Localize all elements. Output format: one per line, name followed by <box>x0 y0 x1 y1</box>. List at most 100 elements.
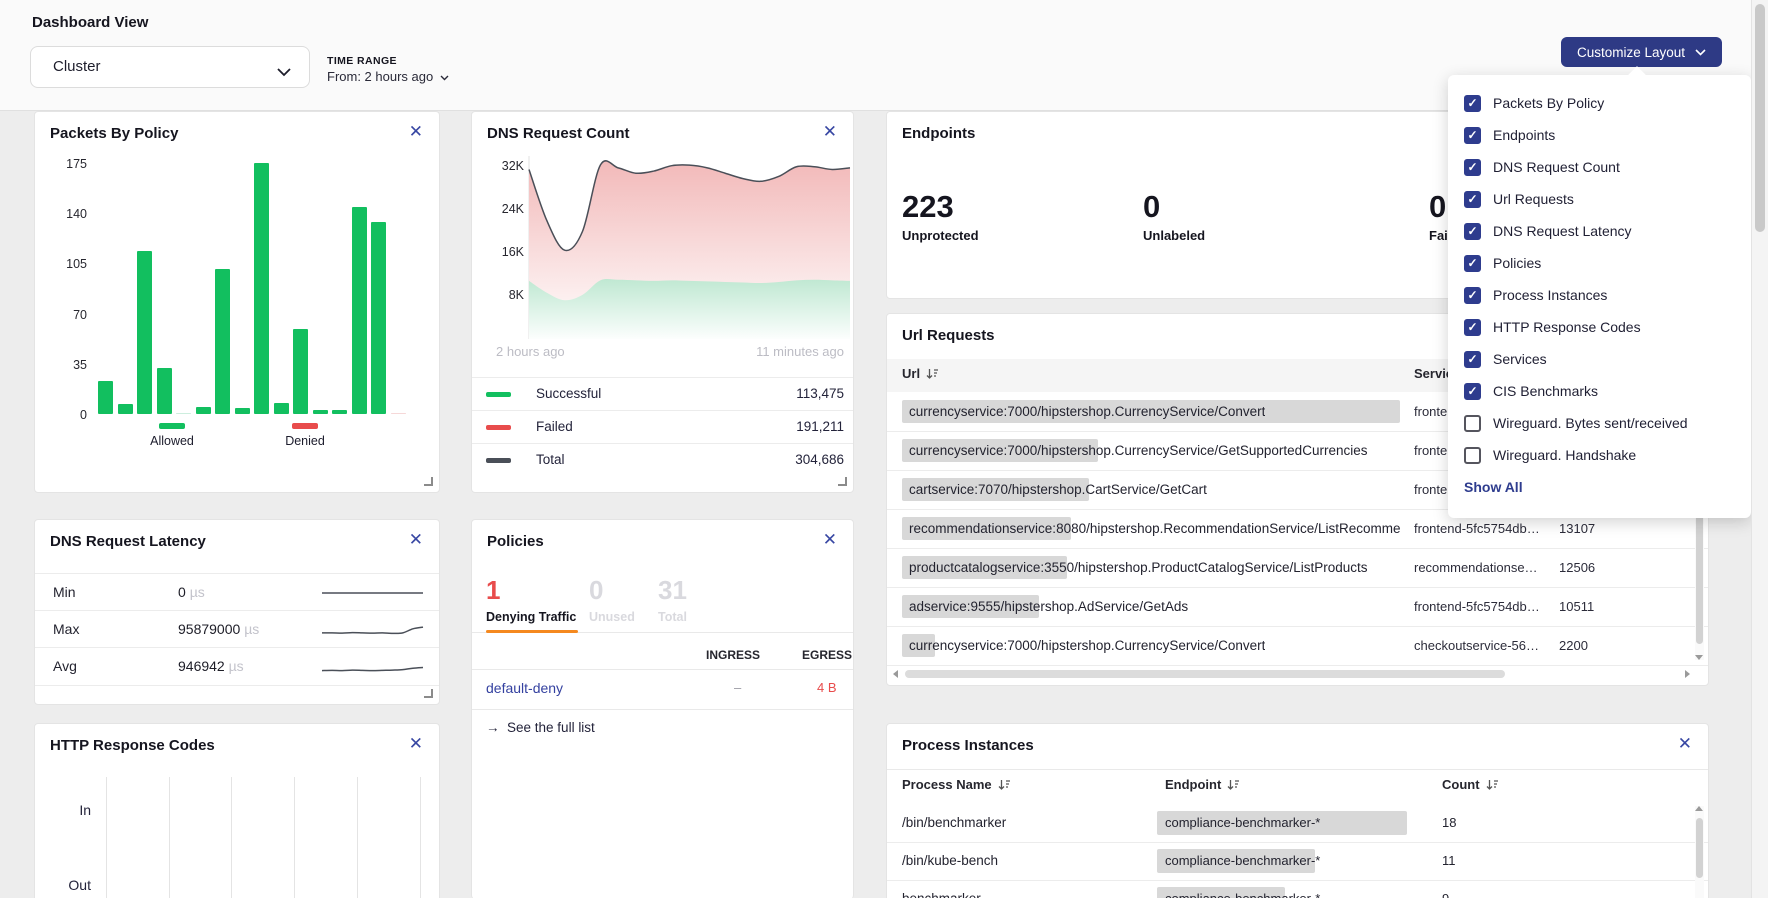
service-cell: frontend-5fc5754db… <box>1414 587 1542 626</box>
close-icon[interactable]: ✕ <box>823 530 837 550</box>
count-cell: 11 <box>1442 842 1456 880</box>
row-label-out: Out <box>51 877 91 893</box>
resize-handle-icon[interactable] <box>424 689 433 698</box>
checkbox-checked-icon[interactable]: ✓ <box>1464 223 1481 240</box>
scrollbar-thumb[interactable] <box>905 670 1505 678</box>
column-header-endpoint[interactable]: Endpoint <box>1165 777 1240 792</box>
service-cell: checkoutservice-56… <box>1414 626 1542 665</box>
scrollbar-thumb[interactable] <box>1696 514 1703 644</box>
close-icon[interactable]: ✕ <box>1678 734 1692 754</box>
checkbox-unchecked-icon[interactable] <box>1464 447 1481 464</box>
policy-row[interactable]: default-deny – 4 B <box>472 670 853 709</box>
process-name-cell: /bin/kube-bench <box>902 842 998 880</box>
layout-menu-item[interactable]: ✓Services <box>1448 343 1751 375</box>
count-cell: 18 <box>1442 804 1456 842</box>
column-header-ingress: INGRESS <box>706 648 760 662</box>
close-icon[interactable]: ✕ <box>409 530 423 550</box>
customize-layout-menu: ✓Packets By Policy✓Endpoints✓DNS Request… <box>1448 75 1751 518</box>
layout-menu-item[interactable]: ✓Process Instances <box>1448 279 1751 311</box>
y-axis-tick: 105 <box>35 257 87 271</box>
layout-menu-item[interactable]: ✓Url Requests <box>1448 183 1751 215</box>
endpoint-cell: compliance-benchmarker-* <box>1165 842 1320 880</box>
dns-request-latency-card: DNS Request Latency ✕ Min 0 µs Max 95879… <box>34 519 440 705</box>
vertical-scrollbar[interactable] <box>1695 806 1704 898</box>
scroll-left-icon[interactable] <box>893 670 898 678</box>
scroll-up-icon[interactable] <box>1695 806 1703 811</box>
checkbox-checked-icon[interactable]: ✓ <box>1464 95 1481 112</box>
layout-menu-item[interactable]: ✓CIS Benchmarks <box>1448 375 1751 407</box>
count-cell: 9 <box>1442 880 1449 898</box>
card-title: DNS Request Latency <box>50 533 206 550</box>
layout-menu-item[interactable]: Wireguard. Handshake <box>1448 439 1751 471</box>
resize-handle-icon[interactable] <box>424 477 433 486</box>
close-icon[interactable]: ✕ <box>409 122 423 142</box>
process-table-row[interactable]: benchmarkercompliance-benchmarker-*9 <box>887 880 1708 898</box>
checkbox-checked-icon[interactable]: ✓ <box>1464 255 1481 272</box>
url-cell: currencyservice:7000/hipstershop.Currenc… <box>909 431 1367 470</box>
tab-unused[interactable]: 0 Unused <box>589 576 635 624</box>
column-header-process-name[interactable]: Process Name <box>902 777 1011 792</box>
scroll-down-icon[interactable] <box>1695 655 1703 660</box>
chevron-down-icon <box>440 75 449 81</box>
column-header-url[interactable]: Url <box>902 366 939 381</box>
url-table-row[interactable]: adservice:9555/hipstershop.AdService/Get… <box>887 587 1708 627</box>
url-table-row[interactable]: currencyservice:7000/hipstershop.Currenc… <box>887 626 1708 666</box>
process-table-row[interactable]: /bin/kube-bench compliance-benchmarker-* 1… <box>887 842 1708 881</box>
tab-denying-traffic[interactable]: 1 Denying Traffic <box>486 576 576 624</box>
bar-allowed <box>98 381 113 414</box>
checkbox-checked-icon[interactable]: ✓ <box>1464 319 1481 336</box>
layout-menu-item[interactable]: ✓Policies <box>1448 247 1751 279</box>
customize-layout-button[interactable]: Customize Layout <box>1561 37 1722 67</box>
sparkline <box>320 653 425 681</box>
bar-chart-y-axis: 03570105140175 <box>35 163 87 414</box>
horizontal-scrollbar[interactable] <box>887 667 1708 681</box>
bar-chart <box>98 163 433 414</box>
url-table-row[interactable]: productcatalogservice:3550/hipstershop.P… <box>887 548 1708 588</box>
scrollbar-thumb[interactable] <box>1696 818 1703 878</box>
policy-egress-value: 4 B <box>817 680 837 695</box>
layout-menu-item[interactable]: ✓DNS Request Latency <box>1448 215 1751 247</box>
card-title: Policies <box>487 533 544 550</box>
card-title: Process Instances <box>902 737 1034 754</box>
layout-menu-item[interactable]: ✓Packets By Policy <box>1448 87 1751 119</box>
column-header-egress: EGRESS <box>802 648 852 662</box>
show-all-link[interactable]: Show All <box>1464 479 1735 495</box>
checkbox-checked-icon[interactable]: ✓ <box>1464 159 1481 176</box>
page-scrollbar-thumb[interactable] <box>1755 4 1765 232</box>
tab-total[interactable]: 31 Total <box>658 576 687 624</box>
packets-by-policy-card: Packets By Policy ✕ 03570105140175 Allow… <box>34 111 440 493</box>
legend-swatch <box>486 458 511 463</box>
y-axis-tick: 70 <box>35 308 87 322</box>
column-header-count[interactable]: Count <box>1442 777 1499 792</box>
resize-handle-icon[interactable] <box>838 477 847 486</box>
process-table-row[interactable]: /bin/benchmarkercompliance-benchmarker-*… <box>887 804 1708 843</box>
bar-allowed <box>352 207 367 414</box>
layout-menu-item[interactable]: ✓DNS Request Count <box>1448 151 1751 183</box>
layout-menu-item[interactable]: Wireguard. Bytes sent/received <box>1448 407 1751 439</box>
view-selector[interactable]: Cluster <box>30 46 310 88</box>
see-full-list-link[interactable]: → See the full list <box>486 720 595 735</box>
checkbox-checked-icon[interactable]: ✓ <box>1464 351 1481 368</box>
card-title: Url Requests <box>902 327 995 344</box>
view-selector-value: Cluster <box>53 58 101 75</box>
checkbox-unchecked-icon[interactable] <box>1464 415 1481 432</box>
checkbox-checked-icon[interactable]: ✓ <box>1464 287 1481 304</box>
layout-menu-item[interactable]: ✓HTTP Response Codes <box>1448 311 1751 343</box>
policy-name-link[interactable]: default-deny <box>486 680 563 696</box>
process-instances-card: Process Instances ✕ Process Name Endpoin… <box>886 723 1709 898</box>
checkbox-checked-icon[interactable]: ✓ <box>1464 191 1481 208</box>
sort-icon <box>998 779 1011 791</box>
layout-menu-item[interactable]: ✓Endpoints <box>1448 119 1751 151</box>
time-range-value[interactable]: From: 2 hours ago <box>327 69 449 84</box>
scroll-right-icon[interactable] <box>1685 670 1690 678</box>
url-cell: currencyservice:7000/hipstershop.Currenc… <box>909 392 1265 431</box>
checkbox-checked-icon[interactable]: ✓ <box>1464 383 1481 400</box>
bar-allowed <box>137 251 152 415</box>
process-name-cell: /bin/benchmarker <box>902 804 1006 842</box>
checkbox-checked-icon[interactable]: ✓ <box>1464 127 1481 144</box>
url-cell: recommendationservice:8080/hipstershop.R… <box>909 509 1401 548</box>
count-cell: 10511 <box>1559 587 1594 626</box>
page-scrollbar[interactable] <box>1751 0 1768 898</box>
http-chart-grid <box>35 724 439 898</box>
url-cell: adservice:9555/hipstershop.AdService/Get… <box>909 587 1188 626</box>
